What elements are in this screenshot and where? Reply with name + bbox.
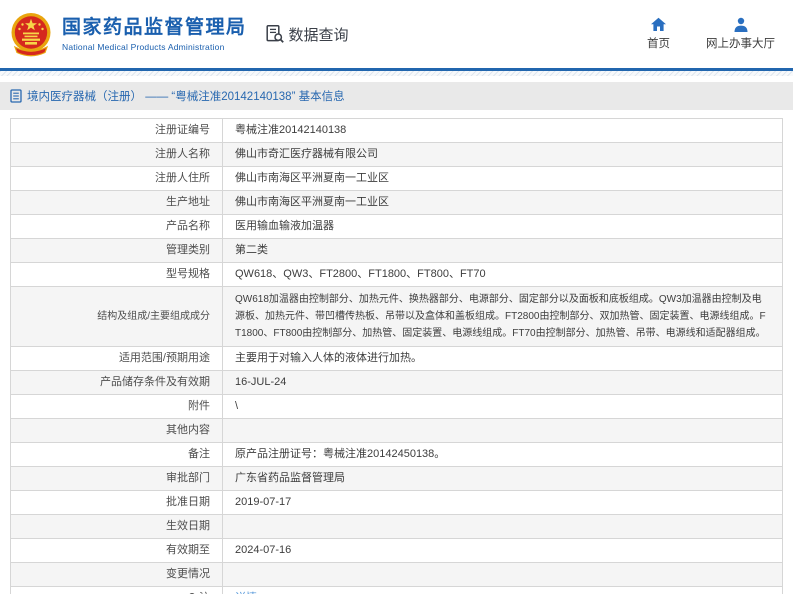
row-label: 有效期至 <box>10 538 223 563</box>
table-row: 型号规格 QW618、QW3、FT2800、FT1800、FT800、FT70 <box>10 262 783 287</box>
table-row: 审批部门 广东省药品监督管理局 <box>10 466 783 491</box>
table-row: 适用范围/预期用途 主要用于对输入人体的液体进行加热。 <box>10 346 783 371</box>
row-label: 注册证编号 <box>10 118 223 143</box>
row-value: 主要用于对输入人体的液体进行加热。 <box>222 346 783 371</box>
table-row: 生效日期 <box>10 514 783 539</box>
table-row: 注册人名称 佛山市奇汇医疗器械有限公司 <box>10 142 783 167</box>
document-search-icon <box>265 25 284 43</box>
row-label: 附件 <box>10 394 223 419</box>
row-value: 第二类 <box>222 238 783 263</box>
row-label: 备注 <box>10 442 223 467</box>
row-label: 生产地址 <box>10 190 223 215</box>
nav-home-label: 首页 <box>647 38 670 50</box>
row-label: 适用范围/预期用途 <box>10 346 223 371</box>
table-row: 生产地址 佛山市南海区平洲夏南一工业区 <box>10 190 783 215</box>
row-label: 管理类别 <box>10 238 223 263</box>
row-value <box>222 514 783 539</box>
row-label: 其他内容 <box>10 418 223 443</box>
page-title: 境内医疗器械（注册） —— “粤械注准20142140138” 基本信息 <box>27 91 345 103</box>
table-row: 注册人住所 佛山市南海区平洲夏南一工业区 <box>10 166 783 191</box>
row-value: 粤械注准20142140138 <box>222 118 783 143</box>
row-label: 注册人名称 <box>10 142 223 167</box>
table-row: 变更情况 <box>10 562 783 587</box>
table-row: 附件 \ <box>10 394 783 419</box>
data-query-label: 数据查询 <box>288 26 349 44</box>
brand-text: 国家药品监督管理局 National Medical Products Admi… <box>62 16 247 52</box>
row-label: 结构及组成/主要组成成分 <box>10 286 223 347</box>
row-value: \ <box>222 394 783 419</box>
row-label: 变更情况 <box>10 562 223 587</box>
site-header: 国家药品监督管理局 National Medical Products Admi… <box>0 0 793 71</box>
row-value: 详情 <box>222 586 783 594</box>
info-table-body: 注册证编号 粤械注准20142140138 注册人名称 佛山市奇汇医疗器械有限公司 注册… <box>10 118 783 594</box>
nav-online-hall[interactable]: 网上办事大厅 <box>706 17 775 51</box>
row-value: 佛山市南海区平洲夏南一工业区 <box>222 166 783 191</box>
row-value: 医用输血输液加温器 <box>222 214 783 239</box>
table-row: 产品储存条件及有效期 16-JUL-24 <box>10 370 783 395</box>
row-label: 注册人住所 <box>10 166 223 191</box>
row-value: 广东省药品监督管理局 <box>222 466 783 491</box>
home-icon <box>651 17 666 31</box>
row-label: 生效日期 <box>10 514 223 539</box>
info-table: 注册证编号 粤械注准20142140138 注册人名称 佛山市奇汇医疗器械有限公司 注册… <box>10 118 783 594</box>
breadcrumb: 境内医疗器械（注册） —— “粤械注准20142140138” 基本信息 <box>0 82 793 110</box>
table-row: 管理类别 第二类 <box>10 238 783 263</box>
row-label: 注 <box>10 586 223 594</box>
data-query-tab[interactable]: 数据查询 <box>265 24 349 45</box>
brand-subtitle: National Medical Products Administration <box>62 42 225 52</box>
table-row: 其他内容 <box>10 418 783 443</box>
row-label: 批准日期 <box>10 490 223 515</box>
person-icon <box>734 17 747 32</box>
row-value: 2019-07-17 <box>222 490 783 515</box>
document-icon <box>10 89 22 103</box>
table-row: 备注 原产品注册证号：粤械注准20142450138。 <box>10 442 783 467</box>
table-row: 注册证编号 粤械注准20142140138 <box>10 118 783 143</box>
row-value: 佛山市南海区平洲夏南一工业区 <box>222 190 783 215</box>
table-row: 有效期至 2024-07-16 <box>10 538 783 563</box>
nav-online-hall-label: 网上办事大厅 <box>706 38 775 50</box>
site-logo[interactable]: 国家药品监督管理局 National Medical Products Admi… <box>8 11 247 57</box>
row-value <box>222 418 783 443</box>
row-value: 原产品注册证号：粤械注准20142450138。 <box>222 442 783 467</box>
header-divider-strip <box>0 71 793 76</box>
row-label: 产品名称 <box>10 214 223 239</box>
nav-home[interactable]: 首页 <box>647 17 670 51</box>
row-value <box>222 562 783 587</box>
top-nav: 首页 网上办事大厅 <box>647 17 779 51</box>
row-label: 产品储存条件及有效期 <box>10 370 223 395</box>
national-emblem-icon <box>11 13 51 57</box>
table-row: 产品名称 医用输血输液加温器 <box>10 214 783 239</box>
table-row: 结构及组成/主要组成成分 QW618加温器由控制部分、加热元件、换热器部分、电源部… <box>10 286 783 347</box>
row-value: 佛山市奇汇医疗器械有限公司 <box>222 142 783 167</box>
row-label: 型号规格 <box>10 262 223 287</box>
row-label: 审批部门 <box>10 466 223 491</box>
table-row: 注详情 <box>10 586 783 594</box>
table-row: 批准日期 2019-07-17 <box>10 490 783 515</box>
row-value: 16-JUL-24 <box>222 370 783 395</box>
row-value: 2024-07-16 <box>222 538 783 563</box>
row-value: QW618、QW3、FT2800、FT1800、FT800、FT70 <box>222 262 783 287</box>
brand-title: 国家药品监督管理局 <box>62 17 247 38</box>
row-value: QW618加温器由控制部分、加热元件、换热器部分、电源部分、固定部分以及面板和底… <box>222 286 783 347</box>
